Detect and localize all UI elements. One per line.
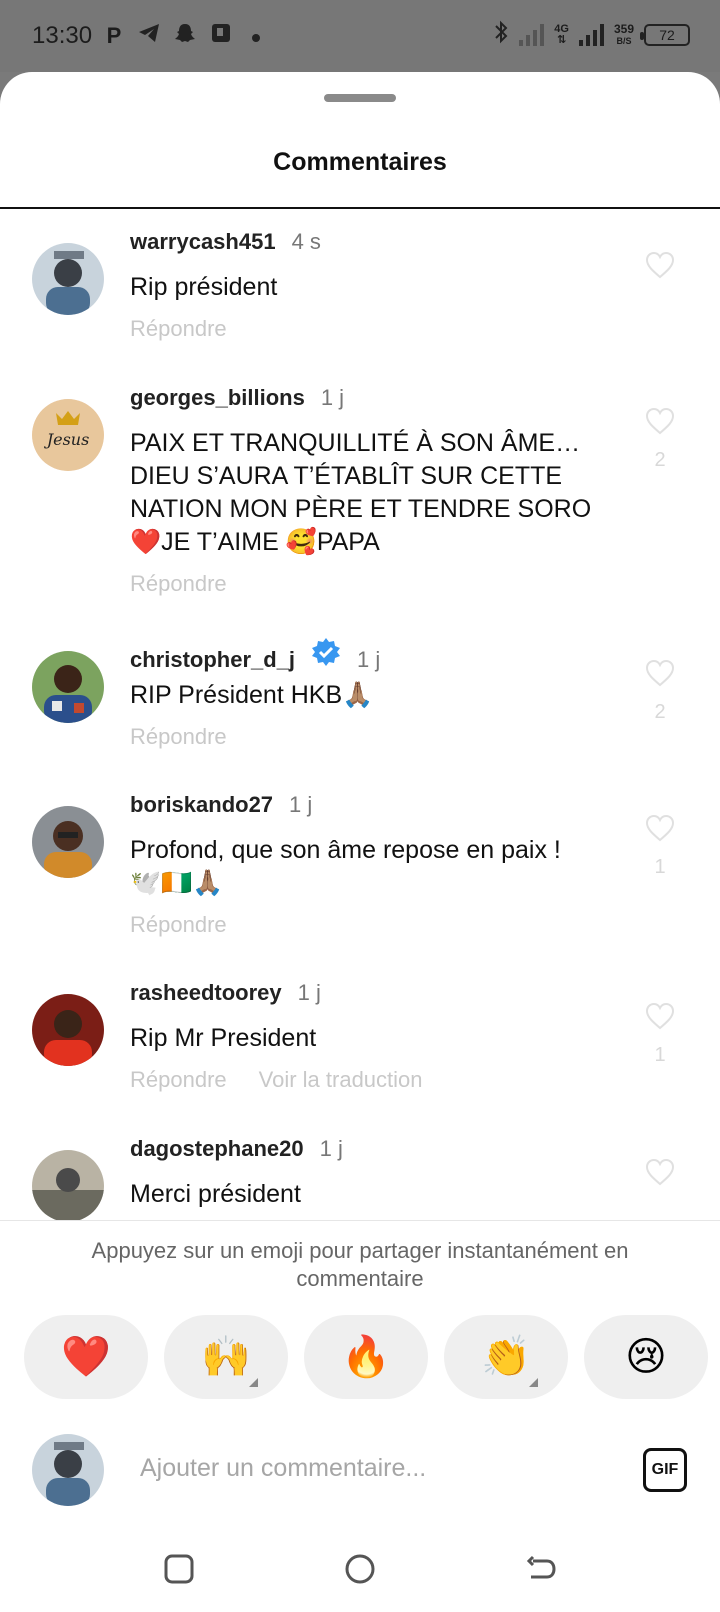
heart-icon <box>645 407 675 435</box>
home-button[interactable] <box>335 1544 385 1594</box>
app-icon <box>210 22 232 50</box>
back-icon <box>526 1555 556 1579</box>
comment-time: 1 j <box>357 647 381 672</box>
current-user-avatar <box>32 1434 104 1506</box>
status-time: 13:30 <box>32 22 93 49</box>
comment-text: Rip Mr President <box>130 1024 317 1052</box>
like-button[interactable] <box>644 1158 676 1186</box>
emoji-reactions-panel: Appuyez sur un emoji pour partager insta… <box>0 1220 720 1415</box>
back-button[interactable] <box>516 1544 566 1594</box>
home-icon <box>345 1554 375 1584</box>
emoji-row: ❤️ 🙌 🔥 👏 😢 <box>24 1315 720 1399</box>
parking-icon: P <box>106 23 122 48</box>
heart-icon <box>645 659 675 687</box>
verified-badge-icon <box>311 637 341 667</box>
comment-text: Profond, que son âme repose en paix ! 🕊️… <box>130 836 561 897</box>
like-button[interactable]: 2 <box>644 407 676 472</box>
emoji-raised-hands-button[interactable]: 🙌 <box>164 1315 288 1399</box>
gif-button[interactable]: GIF <box>643 1448 687 1492</box>
notification-icons: P <box>104 22 266 50</box>
signal-icon <box>519 24 545 46</box>
like-count: 2 <box>654 449 666 471</box>
like-count: 2 <box>654 701 666 723</box>
like-button[interactable] <box>644 251 676 279</box>
reply-button[interactable]: Répondre <box>130 571 227 597</box>
signal-icon-2 <box>578 24 604 46</box>
like-button[interactable]: 2 <box>644 659 676 724</box>
dot-icon <box>246 23 266 49</box>
emoji-hint: Appuyez sur un emoji pour partager insta… <box>91 1238 629 1291</box>
avatar[interactable] <box>32 806 104 878</box>
like-button[interactable]: 1 <box>644 814 676 879</box>
heart-icon <box>645 251 675 279</box>
avatar[interactable] <box>32 994 104 1066</box>
comment-time: 4 s <box>291 229 321 254</box>
like-button[interactable]: 1 <box>644 1002 676 1067</box>
comment-username[interactable]: rasheedtoorey <box>130 980 282 1006</box>
comment-username[interactable]: georges_billions <box>130 385 305 411</box>
sheet-title: Commentaires <box>273 148 447 176</box>
emoji-fire-button[interactable]: 🔥 <box>304 1315 428 1399</box>
emoji-clap-button[interactable]: 👏 <box>444 1315 568 1399</box>
comment-text: Merci président <box>130 1180 301 1208</box>
comment-username[interactable]: christopher_d_j <box>130 647 295 673</box>
comment-composer: GIF <box>0 1414 720 1524</box>
system-nav-bar <box>0 1524 720 1612</box>
status-bar: 13:30 P 4G ⇅ 359 B/S 72 <box>0 0 720 72</box>
like-count: 1 <box>654 856 666 878</box>
comment-text: RIP Président HKB🙏🏽 <box>130 681 374 709</box>
bluetooth-icon <box>493 20 509 50</box>
comment-text: PAIX ET TRANQUILLITÉ À SON ÂME… DIEU S’A… <box>130 429 592 556</box>
reply-button[interactable]: Répondre <box>130 1067 227 1093</box>
comment-time: 1 j <box>297 980 321 1005</box>
reply-button[interactable]: Répondre <box>130 724 227 750</box>
emoji-crying-button[interactable]: 😢 <box>584 1315 708 1399</box>
data-speed: 359 B/S <box>613 22 634 46</box>
avatar[interactable]: Jesus <box>32 399 104 471</box>
avatar[interactable] <box>32 1150 104 1222</box>
heart-icon <box>645 814 675 842</box>
comment-list[interactable]: warrycash451 4 s Rip président Répondre … <box>0 209 720 1292</box>
emoji-heart-button[interactable]: ❤️ <box>24 1315 148 1399</box>
comment-username[interactable]: boriskando27 <box>130 792 273 818</box>
telegram-icon <box>138 23 160 49</box>
heart-icon <box>645 1158 675 1186</box>
reply-button[interactable]: Répondre <box>130 912 227 938</box>
comment-input[interactable] <box>140 1448 600 1488</box>
network-type: 4G ⇅ <box>554 23 569 46</box>
translate-button[interactable]: Voir la traduction <box>259 1067 423 1093</box>
heart-icon <box>645 1002 675 1030</box>
system-icons: 4G ⇅ 359 B/S 72 <box>493 20 690 50</box>
recents-icon <box>164 1554 194 1584</box>
battery-icon: 72 <box>640 24 690 46</box>
recents-button[interactable] <box>154 1544 204 1594</box>
svg-text:Jesus: Jesus <box>44 430 90 449</box>
drag-handle[interactable] <box>324 94 396 102</box>
avatar[interactable] <box>32 243 104 315</box>
comment-time: 1 j <box>289 792 313 817</box>
comment-time: 1 j <box>320 385 345 410</box>
avatar[interactable] <box>32 651 104 723</box>
comment-username[interactable]: dagostephane20 <box>130 1136 304 1162</box>
like-count: 1 <box>654 1044 666 1066</box>
comment-username[interactable]: warrycash451 <box>130 229 276 255</box>
comment-text: Rip président <box>130 273 278 301</box>
reply-button[interactable]: Répondre <box>130 316 227 342</box>
comment-time: 1 j <box>319 1136 343 1161</box>
snapchat-icon <box>174 22 196 50</box>
